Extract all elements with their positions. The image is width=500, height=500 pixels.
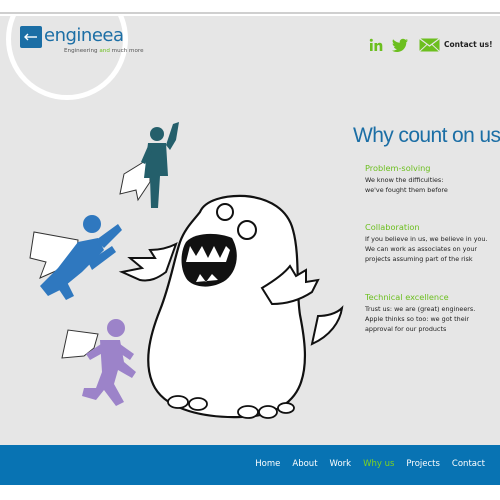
purple-runner-figure xyxy=(61,319,136,406)
hero-illustration xyxy=(29,122,344,419)
monster-illustration xyxy=(118,194,344,419)
blue-superhero-figure xyxy=(29,215,122,300)
nav-home[interactable]: Home xyxy=(255,459,280,469)
page-canvas: engineea Engineering and much more Conta… xyxy=(0,16,500,445)
nav-why-us[interactable]: Why us xyxy=(363,459,394,469)
nav-about[interactable]: About xyxy=(292,459,317,469)
teal-superhero-figure xyxy=(119,122,179,208)
bottom-strip xyxy=(0,485,500,500)
top-strip xyxy=(0,0,500,14)
nav-projects[interactable]: Projects xyxy=(406,459,440,469)
footer-nav-bar: Home About Work Why us Projects Contact xyxy=(0,445,500,485)
nav-work[interactable]: Work xyxy=(330,459,352,469)
footer-nav: Home About Work Why us Projects Contact xyxy=(255,459,485,469)
nav-contact[interactable]: Contact xyxy=(452,459,485,469)
